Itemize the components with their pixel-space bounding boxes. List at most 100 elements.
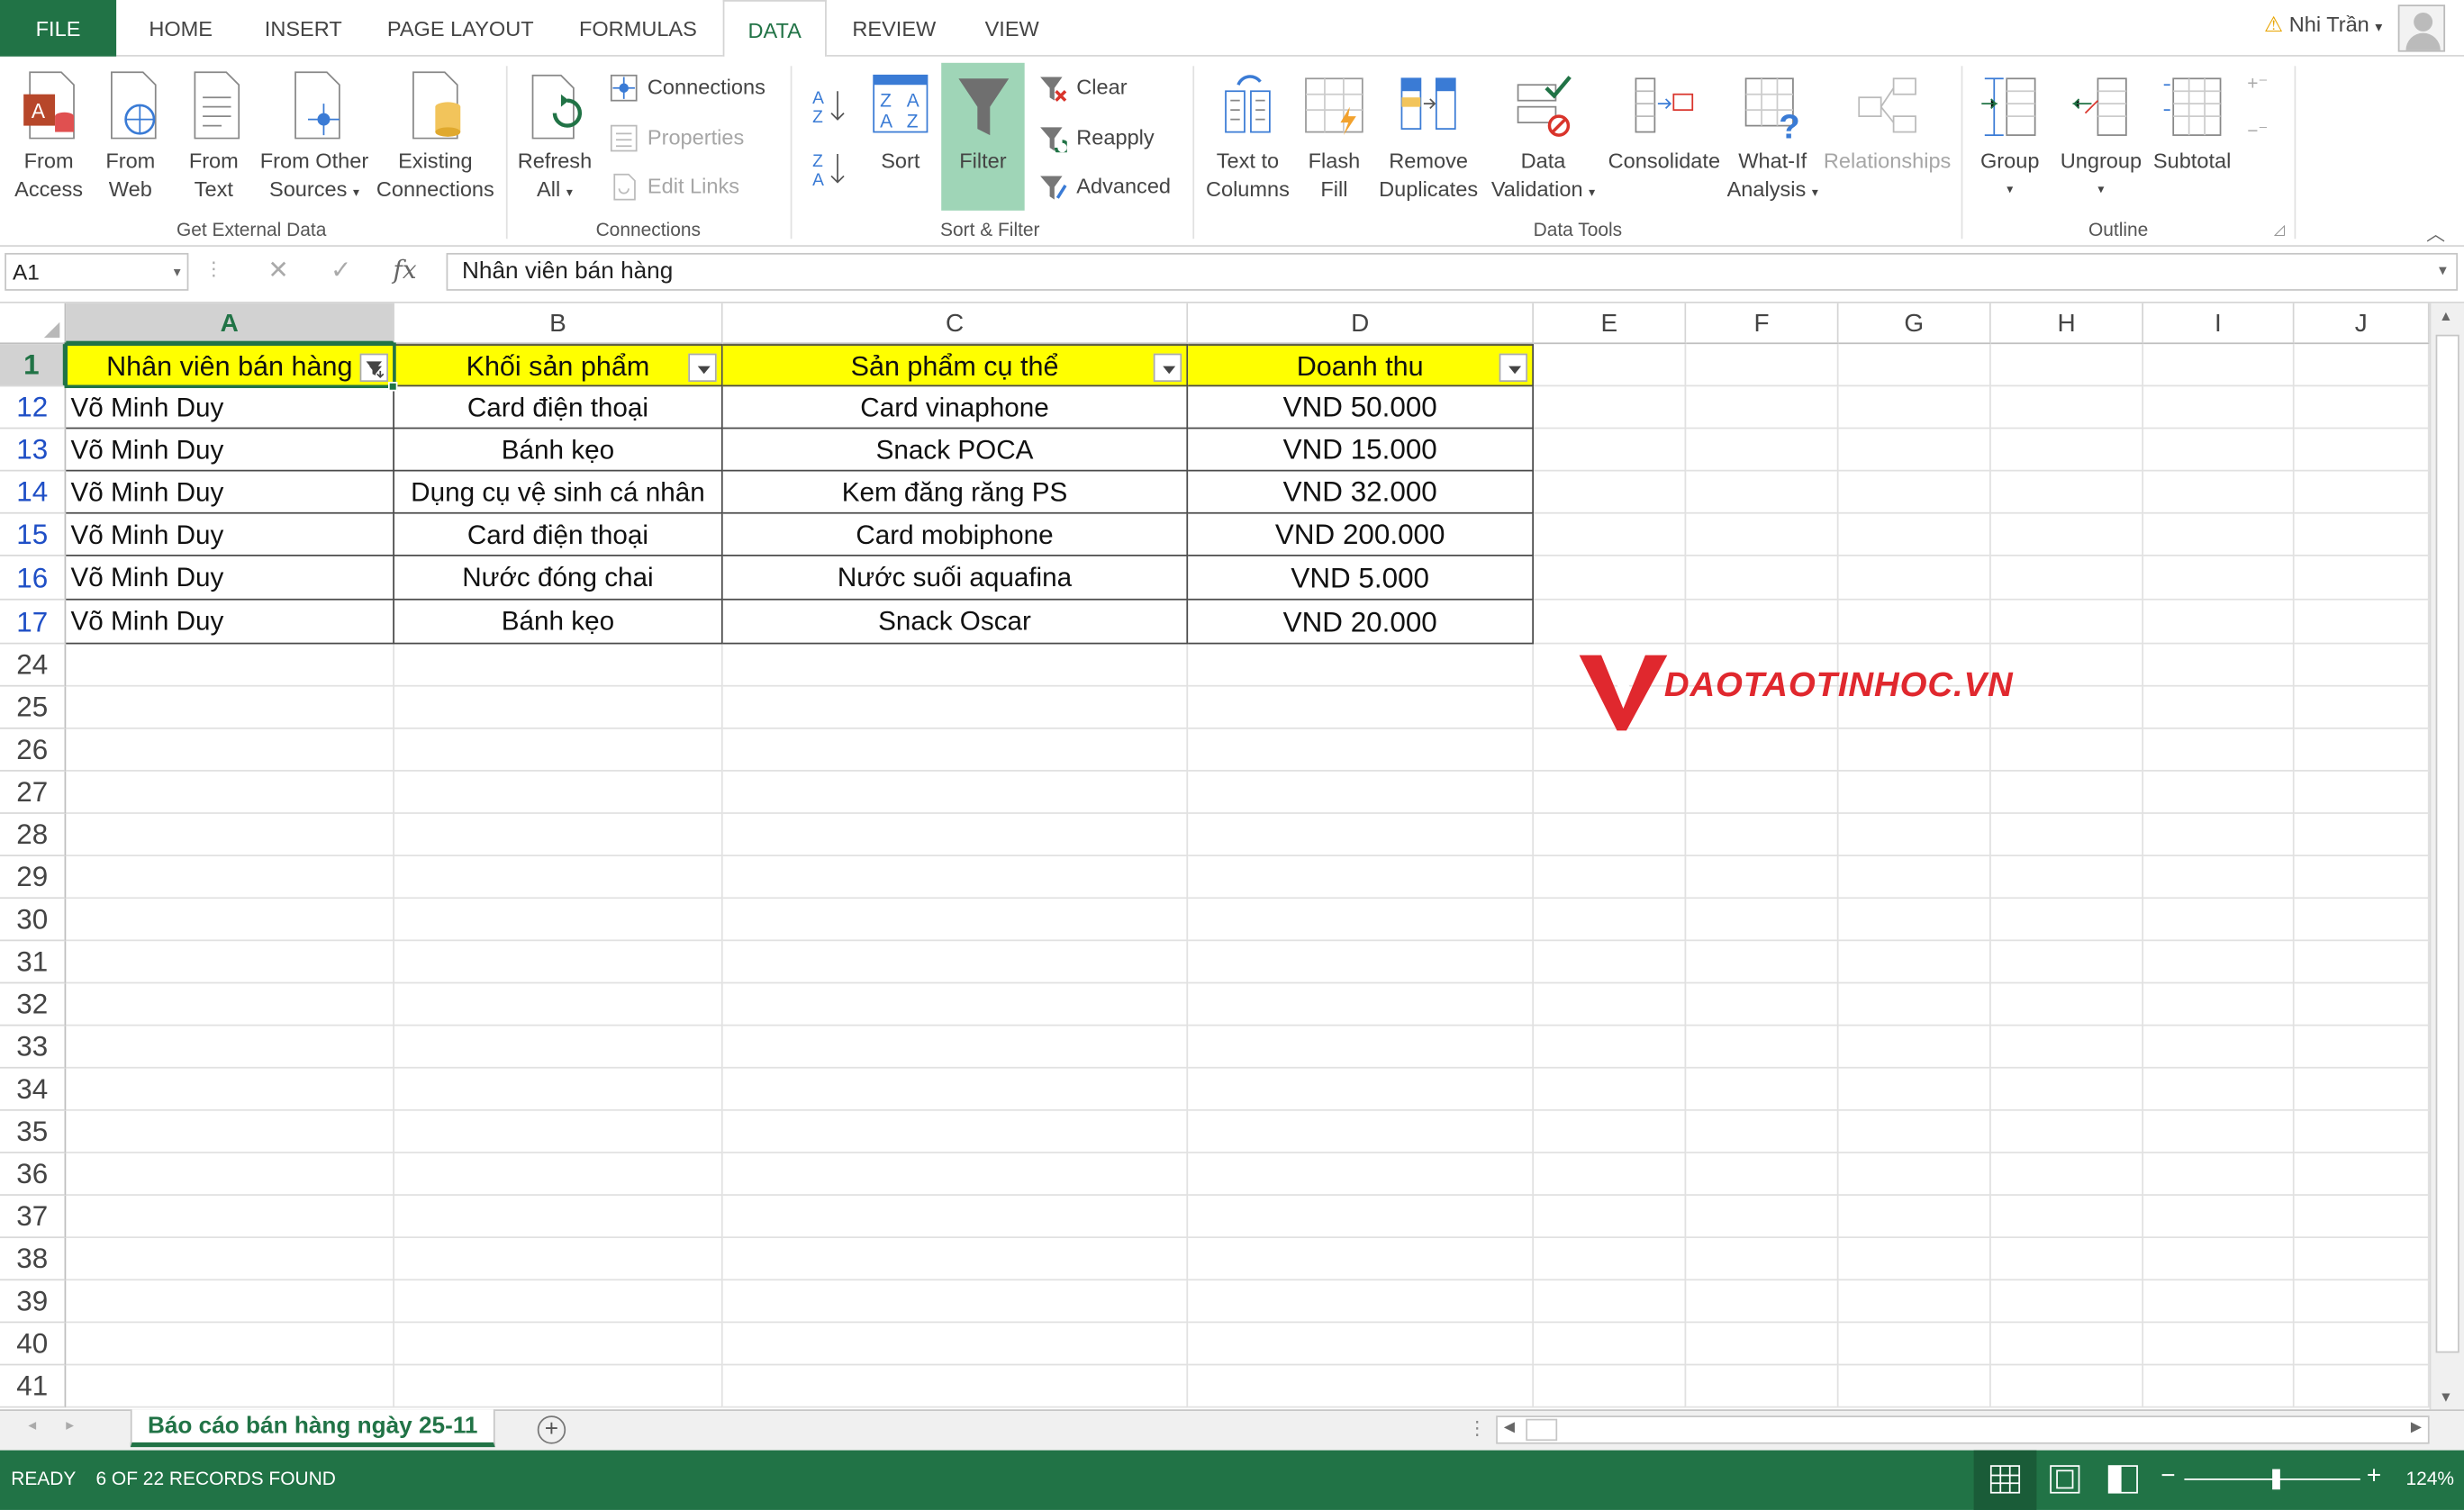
cell[interactable]: [1534, 813, 1687, 857]
cell[interactable]: [394, 1280, 723, 1324]
table-cell[interactable]: Võ Minh Duy: [66, 429, 394, 472]
relationships-button[interactable]: Relationships: [1820, 69, 1955, 176]
column-header-c[interactable]: C: [722, 303, 1189, 345]
cell[interactable]: [1838, 941, 1991, 984]
column-header-f[interactable]: F: [1686, 303, 1839, 345]
cell[interactable]: [1686, 386, 1839, 429]
table-cell[interactable]: Card điện thoại: [394, 513, 723, 556]
cell[interactable]: [66, 1280, 394, 1324]
select-all-corner[interactable]: [0, 303, 67, 345]
cell[interactable]: [1838, 471, 1991, 514]
cell[interactable]: [2143, 1365, 2295, 1408]
row-header[interactable]: 36: [0, 1153, 67, 1196]
avatar[interactable]: [2397, 5, 2446, 52]
table-cell[interactable]: Card vinaphone: [722, 386, 1189, 429]
row-header[interactable]: 39: [0, 1280, 67, 1324]
cell[interactable]: [1838, 813, 1991, 857]
cell[interactable]: [722, 728, 1189, 772]
cell[interactable]: [722, 1238, 1189, 1281]
cell[interactable]: [1534, 899, 1687, 942]
properties-button[interactable]: Properties: [610, 121, 744, 155]
cell[interactable]: [1686, 1238, 1839, 1281]
cell[interactable]: [2294, 1323, 2430, 1366]
row-header[interactable]: 34: [0, 1068, 67, 1111]
cell[interactable]: [394, 856, 723, 900]
cell[interactable]: [1686, 771, 1839, 814]
cell[interactable]: [2143, 386, 2295, 429]
cell[interactable]: [1990, 856, 2144, 900]
cell[interactable]: [1838, 1323, 1991, 1366]
add-sheet-icon[interactable]: +: [537, 1415, 566, 1444]
cell[interactable]: [2143, 513, 2295, 556]
cell[interactable]: [1188, 1365, 1535, 1408]
edit-links-button[interactable]: Edit Links: [610, 169, 739, 203]
row-header[interactable]: 38: [0, 1238, 67, 1281]
table-cell[interactable]: VND 50.000: [1188, 386, 1535, 429]
cell[interactable]: [1990, 1068, 2144, 1111]
cell[interactable]: [1534, 1195, 1687, 1239]
cell[interactable]: [1686, 813, 1839, 857]
formula-input[interactable]: Nhân viên bán hàng ▾: [446, 252, 2459, 291]
prev-sheet-icon[interactable]: ◂: [28, 1417, 36, 1434]
column-header-e[interactable]: E: [1534, 303, 1687, 345]
cell[interactable]: [1990, 1153, 2144, 1196]
cell[interactable]: [2294, 1153, 2430, 1196]
cell[interactable]: [2143, 1195, 2295, 1239]
table-cell[interactable]: Snack POCA: [722, 429, 1189, 472]
table-cell[interactable]: Võ Minh Duy: [66, 471, 394, 514]
cell[interactable]: [1838, 429, 1991, 472]
cell[interactable]: [722, 1365, 1189, 1408]
what-if-analysis-button[interactable]: ? What-If Analysis ▾: [1726, 69, 1820, 208]
scroll-thumb[interactable]: [2435, 334, 2459, 1353]
name-box[interactable]: A1 ▾: [5, 252, 189, 291]
normal-view-button[interactable]: [1973, 1450, 2037, 1510]
cell[interactable]: [66, 1068, 394, 1111]
cell[interactable]: [1188, 1238, 1535, 1281]
cell[interactable]: [722, 644, 1189, 687]
cell[interactable]: [1990, 1195, 2144, 1239]
row-header[interactable]: 12: [0, 386, 67, 429]
cell[interactable]: [1188, 1026, 1535, 1069]
cell[interactable]: [2294, 429, 2430, 472]
row-header[interactable]: 16: [0, 556, 67, 601]
cell[interactable]: [1838, 771, 1991, 814]
cell[interactable]: [1534, 1153, 1687, 1196]
scroll-right-icon[interactable]: ▶: [2411, 1419, 2422, 1436]
zoom-out-icon[interactable]: −: [2161, 1463, 2175, 1491]
cell[interactable]: [2143, 1238, 2295, 1281]
cell[interactable]: [66, 771, 394, 814]
scroll-down-icon[interactable]: ▼: [2439, 1389, 2453, 1405]
table-cell[interactable]: Võ Minh Duy: [66, 600, 394, 645]
cell[interactable]: [394, 1153, 723, 1196]
row-header[interactable]: 28: [0, 813, 67, 857]
row-header[interactable]: 37: [0, 1195, 67, 1239]
cell[interactable]: [1188, 813, 1535, 857]
cell[interactable]: [2143, 728, 2295, 772]
cell[interactable]: [66, 1365, 394, 1408]
cell[interactable]: [1188, 771, 1535, 814]
cell[interactable]: [2294, 1238, 2430, 1281]
cell[interactable]: [2294, 941, 2430, 984]
cell[interactable]: [2143, 941, 2295, 984]
cell[interactable]: [1534, 1280, 1687, 1324]
cell[interactable]: [722, 686, 1189, 729]
cell[interactable]: [1686, 941, 1839, 984]
cell[interactable]: [1838, 983, 1991, 1026]
cell[interactable]: [1534, 429, 1687, 472]
cell[interactable]: [1990, 1280, 2144, 1324]
cell[interactable]: [1686, 556, 1839, 601]
cell[interactable]: [2143, 983, 2295, 1026]
remove-duplicates-button[interactable]: Remove Duplicates: [1375, 69, 1482, 204]
cell[interactable]: [722, 983, 1189, 1026]
row-header[interactable]: 17: [0, 600, 67, 645]
tab-file[interactable]: FILE: [0, 0, 117, 57]
cell[interactable]: [2294, 1026, 2430, 1069]
cell[interactable]: [2294, 899, 2430, 942]
cell[interactable]: [1534, 771, 1687, 814]
cell[interactable]: [1686, 899, 1839, 942]
cell[interactable]: [1838, 386, 1991, 429]
cell[interactable]: [2294, 600, 2430, 645]
filter-dropdown-icon[interactable]: [1499, 353, 1528, 383]
expand-formula-icon[interactable]: ▾: [2439, 255, 2447, 289]
cell[interactable]: [722, 1153, 1189, 1196]
